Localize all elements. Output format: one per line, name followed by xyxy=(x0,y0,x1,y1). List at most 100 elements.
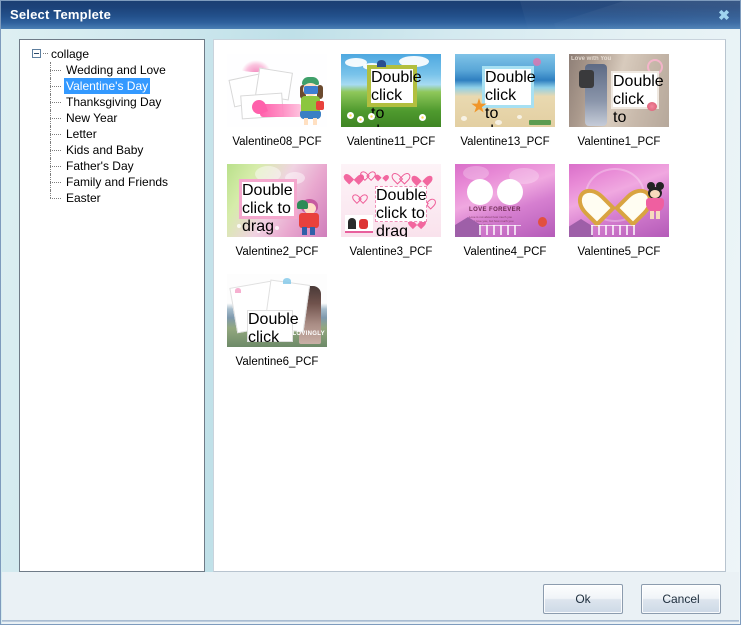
decor-fence xyxy=(479,225,521,235)
template-thumbnail[interactable]: Double click to drag Photo to frame LOVI… xyxy=(227,274,327,347)
tree-connector xyxy=(50,190,62,206)
template-thumbnail[interactable]: Love with You Double click to drag Photo… xyxy=(569,54,669,127)
photo-frame-heart xyxy=(589,172,641,218)
frame-caption: Double click to drag Photo to frame xyxy=(371,69,422,127)
window-title: Select Templete xyxy=(10,7,112,22)
template-label: Valentine6_PCF xyxy=(235,356,319,368)
template-label: Valentine11_PCF xyxy=(346,136,436,148)
decor-daisy xyxy=(368,113,375,120)
photo-frame: Double click to drag Photo to frame xyxy=(367,65,422,127)
tree-connector xyxy=(50,94,62,110)
title-bar: Select Templete ✖ xyxy=(1,1,740,29)
template-gallery-panel[interactable]: Valentine08_PCF Double click to drag Pho… xyxy=(213,39,726,572)
tree-connector xyxy=(50,142,62,158)
tree-node-kids-and-baby[interactable]: Kids and Baby xyxy=(20,142,204,158)
decor-heart xyxy=(533,58,541,66)
photo-frame: Double click to drag Photo to frame xyxy=(482,66,536,127)
decor-title-text: Love with You xyxy=(571,56,612,62)
frame-caption: Double click to drag Photo to frame xyxy=(376,187,427,237)
template-thumbnail[interactable]: Double click to drag Photo to frame xyxy=(341,54,441,127)
template-label: Valentine4_PCF xyxy=(463,246,547,258)
tree-connector xyxy=(50,174,62,190)
frame-caption: Double click to drag Photo to frame xyxy=(485,69,536,127)
template-grid: Valentine08_PCF Double click to drag Pho… xyxy=(214,40,725,384)
decor-heart xyxy=(363,167,373,176)
frame-caption: Double click to drag Photo to frame xyxy=(242,182,293,237)
category-tree: collage Wedding and Love Valentine's Day… xyxy=(20,40,204,206)
titlebar-sheen xyxy=(518,1,740,29)
template-thumbnail[interactable]: LOVE FOREVER Love is not about how much … xyxy=(455,164,555,237)
decor-shell xyxy=(495,120,502,125)
decor-daisy xyxy=(347,112,354,119)
decor-fence xyxy=(591,225,635,235)
close-icon[interactable]: ✖ xyxy=(714,6,734,24)
template-label: Valentine13_PCF xyxy=(460,136,550,148)
tree-node-label: Letter xyxy=(66,127,97,141)
template-thumbnail[interactable]: Double click to drag Photo to frame xyxy=(341,164,441,237)
tree-node-label: New Year xyxy=(66,111,118,125)
tree-node-label: Thanksgiving Day xyxy=(66,95,162,109)
decor-handbag xyxy=(579,70,594,88)
template-item[interactable]: Double click to drag Photo to frame Vale… xyxy=(334,164,448,258)
decor-heart xyxy=(395,168,407,179)
decor-shell xyxy=(517,115,522,119)
tree-node-collage[interactable]: collage xyxy=(20,46,204,62)
decor-rose xyxy=(647,102,657,111)
template-item[interactable]: Double click to drag Photo to frame Vale… xyxy=(334,54,448,148)
tree-node-label: Valentine's Day xyxy=(64,78,151,94)
photo-frame: Double click to drag Photo to frame xyxy=(239,179,297,237)
tree-node-new-year[interactable]: New Year xyxy=(20,110,204,126)
decor-house xyxy=(569,219,593,237)
category-tree-panel[interactable]: collage Wedding and Love Valentine's Day… xyxy=(19,39,205,572)
tree-connector xyxy=(50,110,62,126)
tree-node-letter[interactable]: Letter xyxy=(20,126,204,142)
tree-node-easter[interactable]: Easter xyxy=(20,190,204,206)
tree-node-label: collage xyxy=(51,47,90,61)
photo-frame: Double click to drag Photo to frame xyxy=(247,310,299,346)
tree-connector xyxy=(43,53,48,55)
decor-glow xyxy=(463,166,489,180)
template-item[interactable]: Valentine5_PCF xyxy=(562,164,676,258)
template-thumbnail[interactable]: Double click to drag Photo to frame xyxy=(227,164,327,237)
decor-couple xyxy=(297,199,321,235)
decor-balloon xyxy=(538,217,547,227)
cancel-button[interactable]: Cancel xyxy=(641,584,721,614)
template-label: Valentine3_PCF xyxy=(349,246,433,258)
template-thumbnail[interactable]: Double click to drag Photo to frame xyxy=(455,54,555,127)
decor-girl-with-camera xyxy=(298,77,324,125)
decor-daisy xyxy=(357,116,364,123)
tree-node-family-and-friends[interactable]: Family and Friends xyxy=(20,174,204,190)
tree-node-valentines-day[interactable]: Valentine's Day xyxy=(20,78,204,94)
minus-expander-icon[interactable] xyxy=(32,49,41,58)
decor-shell xyxy=(461,116,467,121)
decor-heading: LOVINGLY xyxy=(292,331,325,337)
tree-node-wedding-and-love[interactable]: Wedding and Love xyxy=(20,62,204,78)
frame-caption: Double click to drag Photo to frame xyxy=(248,311,299,346)
tree-node-label: Easter xyxy=(66,191,101,205)
template-label: Valentine08_PCF xyxy=(232,136,322,148)
tree-connector xyxy=(50,158,62,174)
photo-frame: Double click to drag Photo to frame xyxy=(375,186,427,237)
decor-butterfly-icon xyxy=(377,60,386,67)
template-thumbnail[interactable] xyxy=(569,164,669,237)
titlebar-sheen-secondary xyxy=(554,1,740,29)
tree-node-label: Wedding and Love xyxy=(66,63,166,77)
tree-node-fathers-day[interactable]: Father's Day xyxy=(20,158,204,174)
template-item[interactable]: LOVE FOREVER Love is not about how much … xyxy=(448,164,562,258)
tree-node-thanksgiving-day[interactable]: Thanksgiving Day xyxy=(20,94,204,110)
decor-sparkle xyxy=(237,224,241,228)
template-thumbnail[interactable] xyxy=(227,54,327,127)
decor-heart xyxy=(355,190,365,199)
tree-connector xyxy=(50,78,62,94)
decor-butterfly-icon xyxy=(235,288,241,293)
ok-button[interactable]: Ok xyxy=(543,584,623,614)
tree-node-label: Kids and Baby xyxy=(66,143,144,157)
tree-connector xyxy=(50,62,62,78)
template-item[interactable]: Love with You Double click to drag Photo… xyxy=(562,54,676,148)
template-item[interactable]: Double click to drag Photo to frame Vale… xyxy=(448,54,562,148)
template-item[interactable]: Valentine08_PCF xyxy=(220,54,334,148)
photo-frame xyxy=(469,181,491,203)
template-item[interactable]: Double click to drag Photo to frame Vale… xyxy=(220,164,334,258)
tree-node-label: Family and Friends xyxy=(66,175,169,189)
template-item[interactable]: Double click to drag Photo to frame LOVI… xyxy=(220,274,334,368)
